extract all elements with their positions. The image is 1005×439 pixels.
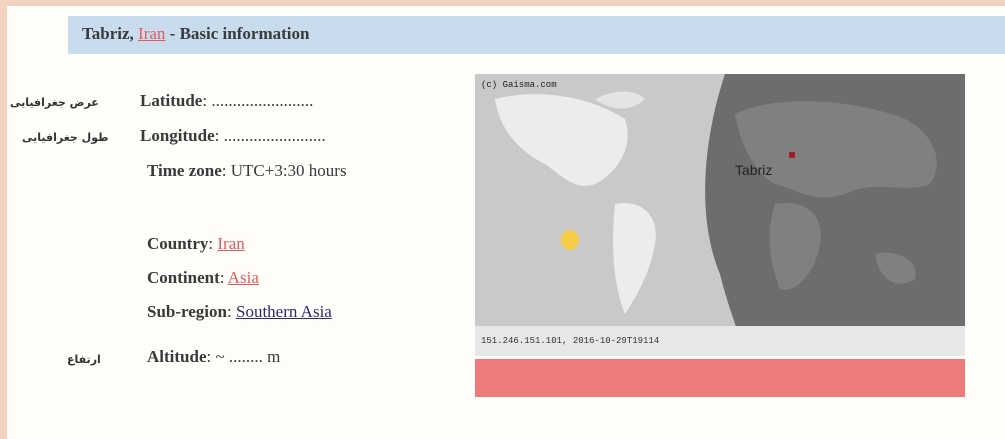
world-map-graphic — [475, 74, 965, 356]
country-link[interactable]: Iran — [138, 24, 165, 43]
timezone-value: : UTC+3:30 hours — [221, 161, 347, 180]
continent-row: Continent: Asia — [147, 268, 259, 287]
page-title: Tabriz, Iran - Basic information — [82, 24, 310, 43]
continent-value-link[interactable]: Asia — [228, 268, 259, 287]
country-label: Country — [147, 234, 209, 253]
city-name: Tabriz — [82, 24, 130, 43]
latitude-value: : ........................ — [202, 91, 314, 110]
map-credit: (c) Gaisma.com — [481, 80, 557, 90]
latitude-label: Latitude — [140, 91, 203, 110]
map-caption-bar — [475, 359, 965, 397]
map-city-label: Tabriz — [735, 162, 773, 178]
title-suffix: - Basic information — [165, 24, 310, 43]
timezone-row: Time zone: UTC+3:30 hours — [147, 161, 347, 181]
subregion-row: Sub-region: Southern Asia — [147, 302, 332, 321]
page: Tabriz, Iran - Basic information عرض جغر… — [7, 6, 1005, 439]
header-bar: Tabriz, Iran - Basic information — [68, 16, 1005, 54]
latitude-row: Latitude: ........................ — [140, 91, 313, 111]
altitude-row: Altitude: ~ ........ m — [147, 347, 280, 367]
map-timestamp: 151.246.151.101, 2016-10-29T19114 — [481, 336, 660, 346]
altitude-fa-label: ارتفاع — [67, 353, 101, 366]
longitude-row: Longitude: ........................ — [140, 126, 326, 146]
timezone-label: Time zone — [147, 161, 222, 180]
subregion-label: Sub-region — [147, 302, 227, 321]
country-value-link[interactable]: Iran — [217, 234, 244, 253]
altitude-label: Altitude — [147, 347, 207, 366]
continent-label: Continent — [147, 268, 220, 287]
longitude-label: Longitude — [140, 126, 215, 145]
sun-marker-icon — [561, 230, 579, 250]
city-marker-icon — [789, 152, 795, 158]
altitude-value: : ~ ........ m — [206, 347, 281, 366]
latitude-fa-label: عرض جغرافیایی — [10, 96, 99, 109]
longitude-value: : ........................ — [214, 126, 326, 145]
subregion-value-link[interactable]: Southern Asia — [236, 302, 332, 321]
country-row: Country: Iran — [147, 234, 245, 253]
daylight-world-map: (c) Gaisma.com Tabriz 151.246.151.101, 2… — [475, 74, 965, 356]
longitude-fa-label: طول جغرافیایی — [22, 131, 109, 144]
